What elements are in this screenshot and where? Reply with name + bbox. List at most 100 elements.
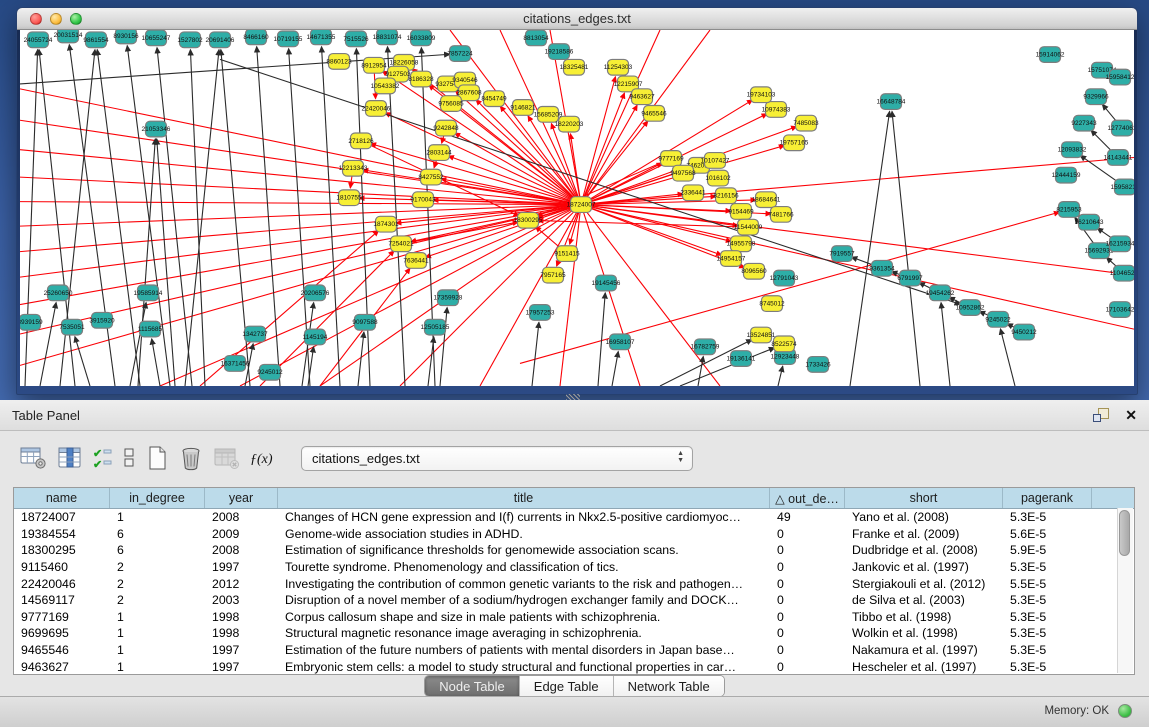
- column-header-name[interactable]: name: [14, 488, 110, 508]
- delete-column-icon[interactable]: [179, 443, 203, 473]
- graph-node[interactable]: 8912954: [361, 57, 387, 73]
- tab-edge-table[interactable]: Edge Table: [520, 676, 614, 696]
- graph-node[interactable]: 7515526: [343, 31, 369, 47]
- graph-node[interactable]: 7857224: [447, 46, 473, 62]
- graph-node[interactable]: 1342737: [242, 326, 268, 342]
- graph-node[interactable]: 19136141: [727, 351, 756, 367]
- graph-node[interactable]: 7254021: [388, 236, 414, 252]
- network-select-dropdown[interactable]: citations_edges.txt ▲▼: [301, 446, 693, 471]
- graph-node[interactable]: 8522574: [771, 336, 797, 352]
- zoom-window-button[interactable]: [70, 13, 82, 25]
- tab-node-table[interactable]: Node Table: [425, 676, 520, 696]
- graph-node[interactable]: 8096560: [741, 263, 767, 279]
- graph-node[interactable]: 12444159: [1052, 167, 1081, 183]
- graph-node[interactable]: 8215953: [1056, 202, 1082, 218]
- graph-node[interactable]: 19218586: [545, 44, 574, 60]
- window-titlebar[interactable]: citations_edges.txt: [17, 8, 1137, 30]
- float-panel-icon[interactable]: [1093, 408, 1109, 422]
- graph-node[interactable]: 9245012: [257, 364, 283, 380]
- graph-node[interactable]: 8930156: [113, 30, 139, 44]
- graph-node[interactable]: 7485083: [793, 115, 819, 131]
- table-row[interactable]: 1938455462009Genome-wide association stu…: [14, 526, 1134, 543]
- column-header-title[interactable]: title: [278, 488, 770, 508]
- graph-node[interactable]: 7919557: [829, 246, 855, 262]
- graph-node[interactable]: 1810755: [336, 190, 362, 206]
- graph-node[interactable]: 9097588: [352, 314, 378, 330]
- graph-node[interactable]: 25260650: [44, 285, 73, 301]
- graph-node[interactable]: 9146821: [510, 100, 536, 116]
- graph-node[interactable]: 19454262: [926, 285, 955, 301]
- graph-node[interactable]: 18300295: [514, 212, 543, 228]
- scrollbar-thumb[interactable]: [1119, 510, 1130, 556]
- table-row[interactable]: 969969511998Structural magnetic resonanc…: [14, 625, 1134, 642]
- graph-node[interactable]: 9463627: [629, 89, 655, 105]
- network-canvas[interactable]: 2405572420031514986155489301561065524715…: [20, 30, 1134, 386]
- import-table-icon[interactable]: [214, 443, 239, 473]
- graph-node[interactable]: 19145456: [592, 275, 621, 291]
- graph-node[interactable]: 19734103: [747, 87, 776, 103]
- graph-node[interactable]: 6791997: [897, 270, 923, 286]
- graph-node[interactable]: 1145194: [303, 329, 328, 345]
- graph-node[interactable]: 14143441: [1104, 150, 1133, 166]
- show-columns-icon[interactable]: [58, 443, 82, 473]
- graph-node[interactable]: 21053346: [142, 121, 171, 137]
- graph-node[interactable]: 9329966: [1083, 89, 1109, 105]
- table-row[interactable]: 1872400712008Changes of HCN gene express…: [14, 509, 1134, 526]
- graph-node[interactable]: 11544009: [734, 219, 763, 235]
- table-row[interactable]: 946554611997Estimation of the future num…: [14, 642, 1134, 659]
- graph-node[interactable]: 8939159: [20, 314, 43, 330]
- graph-node[interactable]: 10543382: [371, 78, 400, 94]
- select-rows-icon[interactable]: ✔✔: [93, 443, 112, 473]
- graph-node[interactable]: 10655247: [142, 30, 171, 46]
- column-header-in_degree[interactable]: in_degree: [110, 488, 205, 508]
- graph-node[interactable]: 17359928: [434, 290, 463, 306]
- table-row[interactable]: 1830029562008Estimation of significance …: [14, 542, 1134, 559]
- column-header-out_degree[interactable]: △ out_de…: [770, 488, 845, 508]
- function-builder-icon[interactable]: ƒ(x): [250, 443, 274, 473]
- graph-node[interactable]: 8216156: [713, 188, 739, 204]
- close-window-button[interactable]: [30, 13, 42, 25]
- graph-node[interactable]: 12213343: [339, 160, 368, 176]
- graph-node[interactable]: 16215934: [1106, 236, 1134, 252]
- graph-node[interactable]: 15914062: [1036, 47, 1065, 63]
- graph-node[interactable]: 11254303: [604, 59, 633, 75]
- column-header-year[interactable]: year: [205, 488, 278, 508]
- table-vertical-scrollbar[interactable]: [1117, 508, 1133, 673]
- graph-node[interactable]: 1527802: [177, 32, 203, 48]
- graph-node[interactable]: 18724007: [567, 197, 596, 213]
- graph-node[interactable]: 9242848: [433, 120, 459, 136]
- graph-node[interactable]: 16033809: [407, 30, 436, 46]
- graph-node[interactable]: 12774061: [1108, 120, 1134, 136]
- toggle-rows-icon[interactable]: [123, 443, 135, 473]
- graph-node[interactable]: 11046526: [1110, 265, 1134, 281]
- graph-node[interactable]: 1016102: [705, 170, 731, 186]
- graph-node[interactable]: 9151415: [554, 246, 580, 262]
- graph-node[interactable]: 9154469: [728, 204, 754, 220]
- graph-node[interactable]: 16648784: [877, 94, 906, 110]
- graph-node[interactable]: 12093832: [1058, 142, 1087, 158]
- graph-node[interactable]: 7636441: [403, 253, 429, 269]
- minimize-window-button[interactable]: [50, 13, 62, 25]
- network-graph[interactable]: 2405572420031514986155489301561065524715…: [20, 30, 1134, 386]
- graph-node[interactable]: 10952862: [956, 300, 985, 316]
- graph-node[interactable]: 19757165: [780, 135, 809, 151]
- graph-node[interactable]: 8813054: [523, 30, 549, 46]
- graph-node[interactable]: 9465546: [641, 106, 667, 122]
- column-header-short[interactable]: short: [845, 488, 1003, 508]
- graph-node[interactable]: 9170043: [410, 192, 436, 208]
- graph-node[interactable]: 8454749: [481, 91, 507, 107]
- graph-node[interactable]: 2718126: [348, 133, 374, 149]
- table-row[interactable]: 977716911998Corpus callosum shape and si…: [14, 609, 1134, 626]
- graph-node[interactable]: 9361354: [869, 260, 895, 276]
- graph-node[interactable]: 10107427: [701, 153, 730, 169]
- graph-node[interactable]: 10974383: [762, 102, 791, 118]
- graph-node[interactable]: 9497568: [670, 165, 696, 181]
- graph-node[interactable]: 16958107: [606, 334, 635, 350]
- graph-node[interactable]: 12791043: [770, 270, 799, 286]
- graph-node[interactable]: 19585914: [134, 285, 163, 301]
- graph-node[interactable]: 9861554: [83, 32, 109, 48]
- create-column-icon[interactable]: [146, 443, 168, 473]
- graph-node[interactable]: 14671355: [307, 30, 336, 45]
- graph-node[interactable]: 14955798: [727, 236, 756, 252]
- graph-node[interactable]: 1874301: [373, 216, 399, 232]
